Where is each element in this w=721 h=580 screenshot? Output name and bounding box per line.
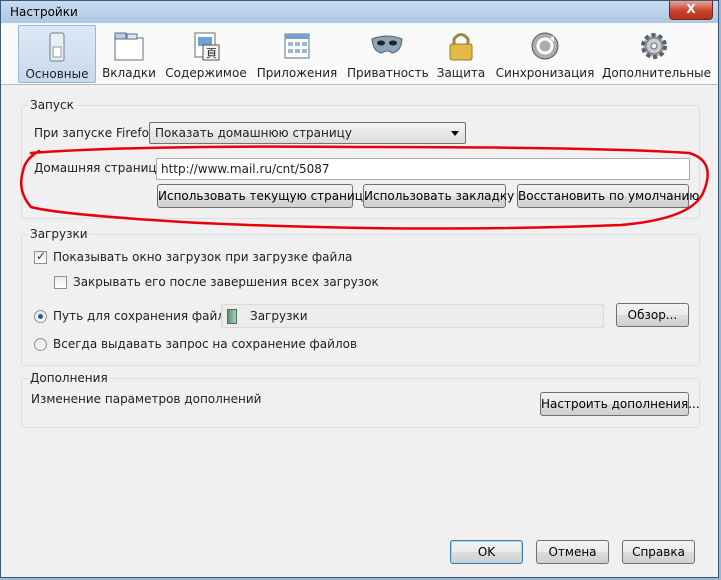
always-ask-radio[interactable] [34, 338, 47, 351]
switch-icon [49, 32, 65, 62]
tab-advanced[interactable]: Дополнительные [602, 25, 711, 83]
downloads-group-title: Загрузки [28, 227, 90, 241]
save-path-radio[interactable] [34, 310, 47, 323]
sync-icon [531, 32, 559, 60]
save-path-field: Загрузки [221, 304, 604, 328]
lock-icon [449, 33, 473, 61]
show-downloads-label: Показывать окно загрузок при загрузке фа… [53, 250, 353, 264]
on-start-select-value: Показать домашнюю страницу [155, 126, 352, 140]
window-title: Настройки [10, 5, 78, 19]
mask-icon [371, 35, 403, 54]
restore-default-button[interactable]: Восстановить по умолчанию [517, 184, 699, 208]
close-downloads-label: Закрывать его после завершения всех загр… [73, 275, 379, 289]
tab-applications[interactable]: Приложения [255, 25, 339, 83]
title-bar[interactable]: Настройки X [1, 1, 718, 24]
show-downloads-checkbox[interactable] [34, 249, 47, 264]
save-path-value: Загрузки [250, 309, 308, 323]
tab-content[interactable]: 頁 Содержимое [164, 25, 248, 83]
chevron-down-icon [451, 131, 459, 136]
homepage-input[interactable]: http://www.mail.ru/cnt/5087 [156, 158, 690, 180]
on-start-select[interactable]: Показать домашнюю страницу [149, 122, 466, 144]
addons-group-title: Дополнения [28, 371, 110, 385]
tab-security[interactable]: Защита [435, 25, 487, 83]
on-start-label: При запуске Firefox: [34, 126, 160, 140]
tab-privacy[interactable]: Приватность [347, 25, 429, 83]
browse-button[interactable]: Обзор... [616, 303, 689, 327]
tabs-icon [114, 32, 144, 61]
save-path-label: Путь для сохранения файлов [53, 309, 240, 323]
use-current-page-button[interactable]: Использовать текущую страницу [157, 184, 370, 208]
use-bookmark-button[interactable]: Использовать закладку [363, 184, 514, 208]
tab-tabs[interactable]: Вкладки [101, 25, 157, 83]
preferences-toolbar: Основные Вкладки 頁 Содержимое Приложения… [1, 23, 718, 85]
cancel-button[interactable]: Отмена [536, 540, 609, 564]
folder-icon [227, 309, 237, 324]
applications-icon [284, 33, 310, 59]
help-button[interactable]: Справка [622, 540, 695, 564]
homepage-label: Домашняя страница: [34, 161, 168, 175]
content-icon: 頁 [194, 32, 220, 61]
close-button[interactable]: X [669, 1, 713, 20]
startup-group-title: Запуск [28, 98, 76, 112]
always-ask-label: Всегда выдавать запрос на сохранение фай… [53, 337, 358, 351]
ok-button[interactable]: OK [450, 540, 523, 564]
tab-general[interactable]: Основные [18, 25, 96, 83]
manage-addons-button[interactable]: Настроить дополнения... [540, 392, 700, 416]
tab-sync[interactable]: Синхронизация [495, 25, 595, 83]
gear-icon [641, 33, 667, 59]
close-downloads-checkbox[interactable] [54, 276, 67, 289]
preferences-window: Настройки X Основные Вкладки 頁 Содержимо… [0, 0, 719, 578]
svg-text:頁: 頁 [206, 47, 217, 60]
addons-description: Изменение параметров дополнений [31, 392, 262, 406]
